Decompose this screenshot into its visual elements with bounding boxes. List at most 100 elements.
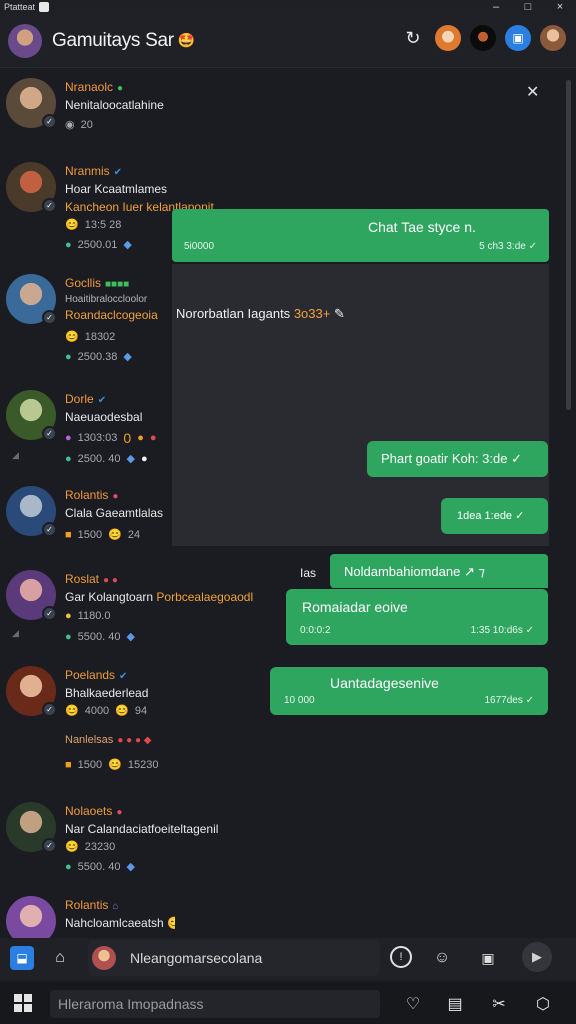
verified-icon: ✓ [42, 702, 57, 717]
contact-name: Rolantis ⌂ [65, 898, 119, 912]
close-icon[interactable]: ✕ [526, 82, 539, 102]
message-text: Chat Tae styce n. [368, 219, 476, 235]
message-input[interactable]: Nleangomarsecolana [88, 940, 380, 976]
message-composer: ⬓ ⌂ Nleangomarsecolana ! ☺ ▣ [0, 938, 576, 980]
contact-item[interactable]: Rolantis⌂ Nahcloamlcaeatsh 😊 ● ● [0, 896, 175, 938]
contact-item[interactable]: ✓ Poelands ✔ Bhalkaederlead 😊 4000 😊 94 [0, 666, 175, 726]
contact-item[interactable]: ✓ Nranaolc ● Nenitaloocatlahine ◉ 20 [0, 78, 175, 148]
channel-avatar[interactable] [8, 23, 42, 58]
send-button[interactable]: ▶ [522, 942, 552, 972]
message-bubble[interactable]: Chat Tae styce n. 5i0000 5 ch3 3:de ✓ [172, 209, 549, 262]
settings-icon[interactable]: ⬡ [532, 993, 554, 1015]
message-time: 1:35 10:d6s ✓ [470, 625, 534, 636]
taskbar-search[interactable]: Hleraroma Imopadnass [50, 990, 380, 1018]
gif-icon[interactable]: ▣ [476, 946, 500, 970]
clock-icon[interactable]: ! [390, 946, 412, 968]
title-emoji: 🤩 [177, 32, 196, 48]
chat-scrollbar[interactable] [566, 80, 571, 410]
verified-icon: ✓ [42, 522, 57, 537]
header-actions: ↻ ▣ [400, 25, 566, 51]
contact-meta: 😊 18302 [65, 330, 116, 344]
window-badge-icon [39, 2, 50, 12]
contact-avatar: ✓ [6, 274, 57, 325]
contact-item[interactable]: ✓ ◢ Dorle ✔ Naeuaodesbal ● 1303:03 0 ● ● ● 250… [0, 390, 175, 480]
message-text: Romaiadar eoive [302, 599, 408, 615]
contact-meta-2: ● 2500.01 ◆ [65, 238, 132, 252]
os-taskbar: Hleraroma Imopadnass ♡ ▤ ✂ ⬡ [0, 982, 576, 1024]
contact-meta-2: ● 2500. 40 ◆ ● [65, 452, 148, 466]
attach-icon[interactable]: ⬓ [10, 946, 34, 970]
contact-name: Poelands ✔ [65, 668, 128, 682]
message-time-left: 5i0000 [184, 241, 215, 252]
verified-icon: ✓ [42, 114, 57, 129]
minimize-button[interactable]: – [480, 0, 512, 14]
close-window-button[interactable]: × [544, 0, 576, 14]
contact-name: Rolantis ● [65, 488, 119, 502]
contact-meta-2: ● 5500. 40 ◆ [65, 630, 135, 644]
window-titlebar: Ptatteat – □ × [0, 0, 576, 14]
maximize-button[interactable]: □ [512, 0, 544, 14]
window-title: Ptatteat [4, 2, 36, 12]
contact-meta: 😊 13:5 28 [65, 218, 122, 232]
tools-icon[interactable]: ✂ [488, 993, 510, 1015]
contact-avatar: ✓ [6, 666, 57, 717]
message-input-placeholder: Nleangomarsecolana [130, 950, 263, 966]
contact-name: Nanlelsas ● ● ● ◆ [65, 734, 152, 746]
message-text: Uantadagesenive [330, 675, 439, 691]
avatar-chip-icon[interactable] [470, 25, 496, 51]
sticker-icon[interactable]: ⌂ [48, 946, 72, 970]
chat-area: ✕ ✓ Nranaolc ● Nenitaloocatlahine ◉ 20 ✓ N… [0, 68, 576, 938]
message-time-left: 10 000 [284, 695, 315, 706]
message-bubble[interactable]: 1dea 1:ede ✓ [441, 498, 548, 534]
reply-header-text: Noldambahiomdane ↗ ⁊ [344, 564, 485, 579]
contact-meta: ● 1303:03 0 ● ● [65, 430, 157, 446]
contact-item[interactable]: Nanlelsas ● ● ● ◆ ■ 1500 😊 15230 [0, 732, 175, 782]
contact-meta: ■ 1500 😊 24 [65, 528, 141, 542]
contact-meta: 😊 4000 😊 94 [65, 704, 148, 718]
contact-item[interactable]: ✓ Nranmis ✔ Hoar Kcaatmlames Kancheon Iue… [0, 162, 214, 252]
pencil-icon: ✎ [333, 306, 345, 321]
verified-icon: ✓ [42, 426, 57, 441]
contact-item[interactable]: ✓ Rolantis ● Clala Gaeamtlalas ■ 1500 😊 24 [0, 486, 175, 556]
emoji-icon[interactable]: ☺ [430, 946, 454, 970]
avatar-chip-icon[interactable] [435, 25, 461, 51]
message-time: 1dea 1:ede ✓ [457, 510, 525, 522]
contact-meta: ■ 1500 😊 15230 [65, 758, 159, 772]
verified-icon: ✓ [42, 606, 57, 621]
message-bubble[interactable]: Romaiadar eoive 0:0:0:2 1:35 10:d6s ✓ [286, 589, 548, 645]
contact-name: Nranmis ✔ [65, 164, 123, 178]
contact-preview: Hoar Kcaatmlames [65, 182, 168, 196]
heart-icon[interactable]: ♡ [402, 993, 424, 1015]
contact-item[interactable]: ✓ ◢ Roslat ● ● Gar Kolangtoarn Porbcealae… [0, 570, 253, 660]
contact-avatar: ✓ [6, 486, 57, 537]
contact-meta-2: ● 2500.38 ◆ [65, 350, 132, 364]
message-time: 1677des ✓ [484, 695, 534, 706]
contact-avatar: ✓ [6, 570, 57, 621]
contact-item[interactable]: ✓ Nolaoets ● Nar Calandaciatfoeiteltageni… [0, 802, 218, 888]
message-bubble[interactable]: Uantadagesenive 10 000 1677des ✓ [270, 667, 548, 715]
contact-preview: Hoaitibraloccloolor [65, 294, 148, 305]
windows-start-icon[interactable] [14, 994, 32, 1012]
contact-preview: Clala Gaeamtlalas [65, 506, 164, 520]
message-bubble[interactable]: Phart goatir Koh: 3:de ✓ [367, 441, 548, 477]
profile-avatar-icon[interactable] [540, 25, 566, 51]
verified-icon: ✓ [42, 310, 57, 325]
message-text-plain: Nororbatlan Iagants 3o33+ ✎ [176, 306, 345, 321]
contact-preview: Naeuaodesbal [65, 410, 143, 424]
contact-name: Nranaolc ● [65, 80, 124, 94]
refresh-icon[interactable]: ↻ [400, 25, 426, 51]
contact-meta: 😊 23230 [65, 840, 116, 854]
calendar-icon[interactable]: ▣ [505, 25, 531, 51]
chat-icon[interactable]: ▤ [444, 993, 466, 1015]
message-time-left: 0:0:0:2 [300, 625, 331, 636]
contact-preview-2: Roandaclcogeoia [65, 308, 158, 322]
contact-meta: ◉ 20 [65, 118, 93, 132]
chat-header: Gamuitays Sar 🤩 ↻ ▣ [0, 14, 576, 68]
message-text: Phart goatir Koh: 3:de ✓ [381, 451, 522, 466]
contact-preview: Nar Calandaciatfoeiteltagenil [65, 822, 219, 836]
contact-meta-2: ● 5500. 40 ◆ [65, 860, 135, 874]
window-controls: – □ × [480, 0, 576, 14]
contact-name: Gocllis ■■■■ [65, 276, 130, 290]
contact-meta: ● 1180.0 [65, 610, 111, 622]
contact-item[interactable]: ✓ Gocllis ■■■■ Hoaitibraloccloolor Roanda… [0, 274, 175, 364]
